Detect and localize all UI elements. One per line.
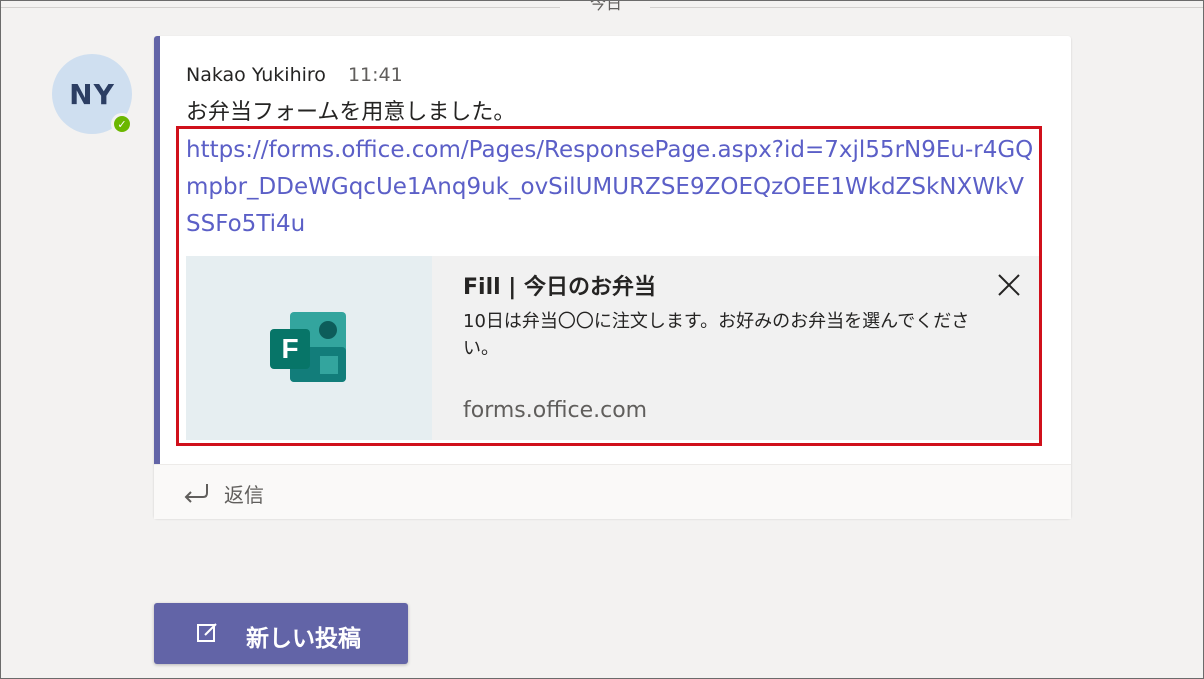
date-divider: 今日 — [0, 0, 1204, 14]
link-preview-card[interactable]: F Fill | 今日のお弁当 10日は弁当〇〇に注文します。お好みのお弁当を選… — [186, 256, 1039, 440]
author-name[interactable]: Nakao Yukihiro — [186, 64, 326, 86]
message-text: お弁当フォームを用意しました。 — [186, 100, 516, 125]
presence-available-icon: ✓ — [111, 113, 133, 135]
avatar-initials: NY — [69, 77, 115, 111]
compose-icon — [197, 623, 217, 642]
message-timestamp: 11:41 — [347, 64, 403, 86]
close-icon[interactable] — [994, 270, 1024, 300]
date-divider-label: 今日 — [590, 0, 623, 13]
link-preview-domain: forms.office.com — [463, 398, 648, 423]
message-card: Nakao Yukihiro 11:41 お弁当フォームを用意しました。 htt… — [154, 36, 1071, 519]
message-accent-bar — [154, 36, 160, 464]
svg-text:F: F — [281, 333, 298, 364]
link-preview-thumbnail: F — [186, 256, 432, 440]
reply-label: 返信 — [224, 483, 264, 507]
new-post-label: 新しい投稿 — [246, 626, 361, 652]
divider-line-right — [650, 7, 1204, 8]
reply-arrow-icon — [184, 484, 208, 503]
link-preview-title[interactable]: Fill | 今日のお弁当 — [463, 269, 656, 301]
new-post-button[interactable]: 新しい投稿 — [154, 603, 408, 664]
message-meta: Nakao Yukihiro 11:41 — [186, 64, 403, 86]
reply-bar[interactable]: 返信 — [154, 464, 1071, 519]
link-preview-description: 10日は弁当〇〇に注文します。お好みのお弁当を選んでください。 — [463, 311, 970, 359]
divider-line-left — [0, 7, 560, 8]
forms-logo-icon: F — [270, 312, 346, 382]
